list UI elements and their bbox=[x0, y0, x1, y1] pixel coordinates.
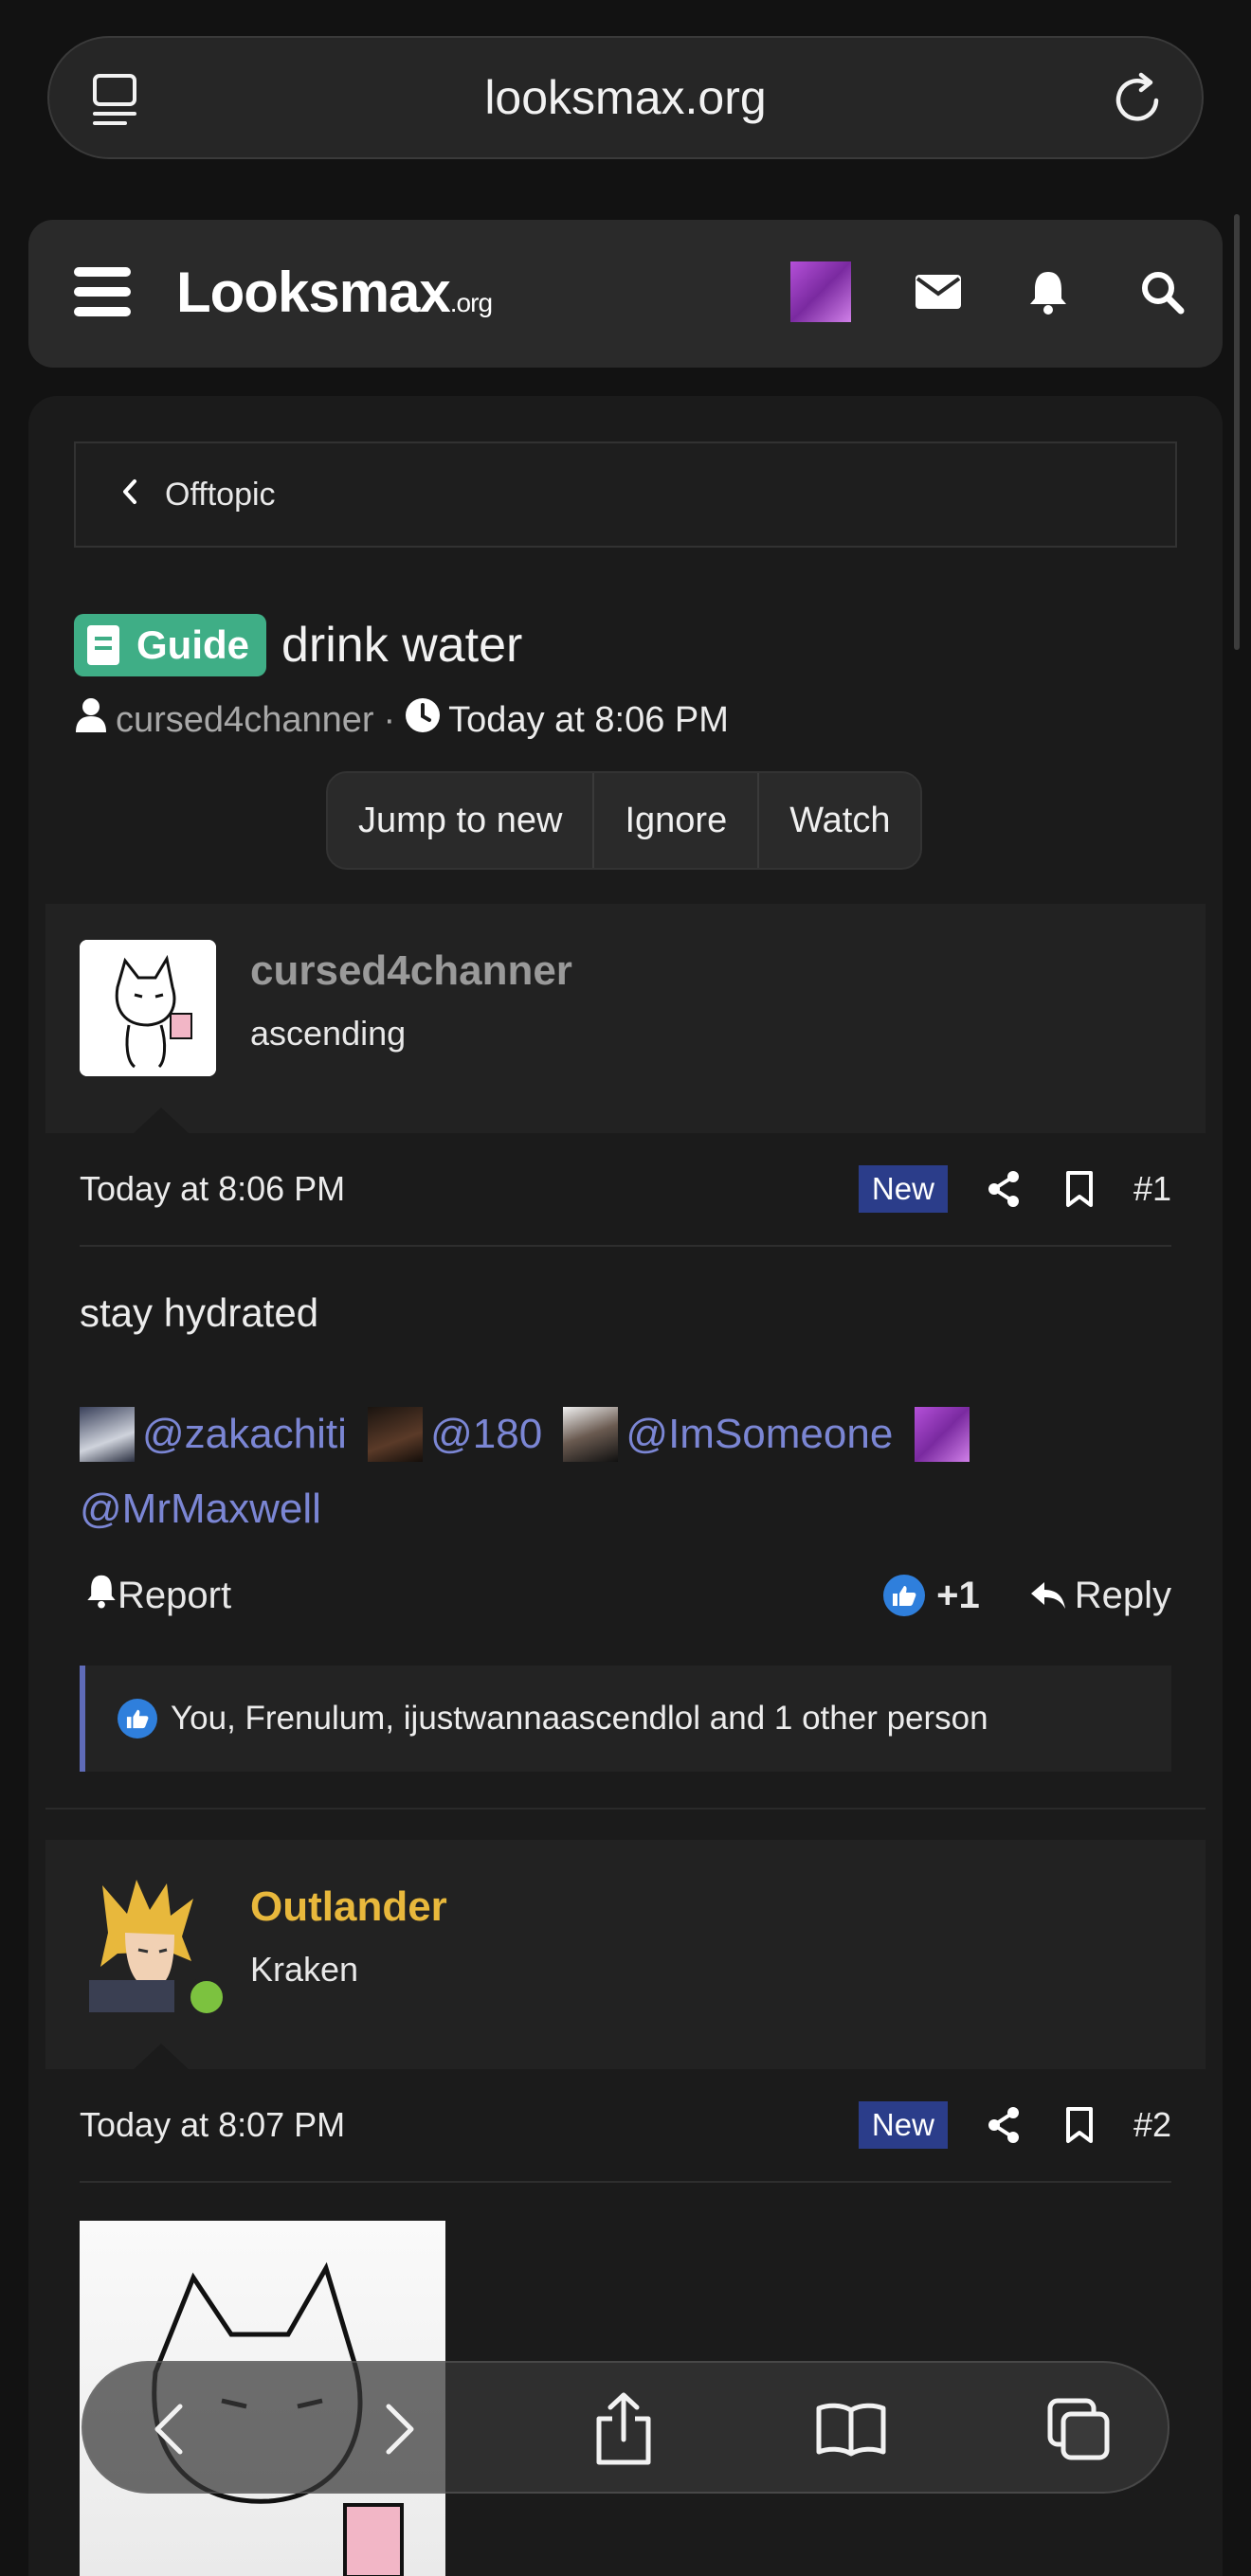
user-avatar[interactable] bbox=[790, 261, 851, 322]
post-user-header: cursed4channer ascending bbox=[45, 904, 1206, 1134]
mention-item[interactable] bbox=[914, 1407, 977, 1462]
post-time[interactable]: Today at 8:06 PM bbox=[80, 1169, 345, 1209]
reaction-count[interactable]: +1 bbox=[936, 1575, 980, 1617]
site-logo[interactable]: Looksmax.org bbox=[176, 260, 493, 325]
envelope-icon[interactable] bbox=[908, 261, 969, 322]
tab-overview-icon[interactable] bbox=[89, 72, 140, 132]
divider bbox=[45, 1808, 1206, 1810]
mention-link[interactable]: @ImSomeone bbox=[626, 1404, 893, 1465]
breadcrumb[interactable]: Offtopic bbox=[74, 441, 1177, 548]
reactions-bar[interactable]: You, Frenulum, ijustwannaascendlol and 1… bbox=[80, 1666, 1171, 1772]
back-icon[interactable] bbox=[131, 2391, 207, 2467]
reload-icon[interactable] bbox=[1113, 72, 1166, 132]
thread-time[interactable]: Today at 8:06 PM bbox=[448, 700, 729, 741]
breadcrumb-label: Offtopic bbox=[165, 476, 276, 513]
post-user-header: Outlander Kraken bbox=[45, 1840, 1206, 2070]
clock-icon bbox=[405, 697, 441, 743]
thread-action-buttons: Jump to new Ignore Watch bbox=[326, 771, 923, 870]
avatar[interactable] bbox=[80, 940, 216, 1076]
mention-link[interactable]: @MrMaxwell bbox=[80, 1479, 321, 1540]
like-icon bbox=[118, 1699, 157, 1738]
header-notch bbox=[133, 2044, 190, 2070]
user-icon bbox=[74, 697, 108, 743]
avatar bbox=[914, 1407, 970, 1462]
ignore-button[interactable]: Ignore bbox=[594, 773, 760, 868]
mention-link[interactable]: @zakachiti bbox=[142, 1404, 347, 1465]
mention-item[interactable]: @180 bbox=[368, 1404, 542, 1465]
site-header: Looksmax.org bbox=[28, 220, 1223, 368]
menu-icon[interactable] bbox=[74, 265, 131, 318]
avatar bbox=[368, 1407, 424, 1462]
reply-icon[interactable] bbox=[1029, 1580, 1067, 1611]
post-meta-row: Today at 8:07 PM New #2 bbox=[80, 2069, 1171, 2183]
post-meta-row: Today at 8:06 PM New #1 bbox=[80, 1133, 1171, 1247]
logo-text: Looksmax bbox=[176, 261, 451, 324]
bell-icon bbox=[85, 1572, 118, 1619]
scrollbar[interactable] bbox=[1234, 214, 1240, 650]
reactions-text[interactable]: You, Frenulum, ijustwannaascendlol and 1… bbox=[171, 1700, 988, 1738]
forward-icon[interactable] bbox=[362, 2391, 438, 2467]
report-label: Report bbox=[118, 1574, 232, 1616]
tabs-icon[interactable] bbox=[1041, 2391, 1116, 2467]
post-username[interactable]: cursed4channer bbox=[250, 947, 572, 995]
new-badge: New bbox=[858, 2101, 948, 2149]
mention-item[interactable]: @ImSomeone bbox=[563, 1404, 893, 1465]
avatar[interactable] bbox=[80, 1876, 227, 2018]
post-username[interactable]: Outlander bbox=[250, 1883, 447, 1931]
jump-to-new-button[interactable]: Jump to new bbox=[328, 773, 595, 868]
thread-meta: cursed4channer · Today at 8:06 PM bbox=[74, 697, 729, 743]
header-notch bbox=[133, 1108, 190, 1134]
bookmark-icon[interactable] bbox=[1058, 2103, 1101, 2147]
address-bar[interactable]: looksmax.org bbox=[47, 36, 1204, 159]
share-icon[interactable] bbox=[586, 2391, 662, 2467]
url-text[interactable]: looksmax.org bbox=[484, 70, 766, 125]
bookmark-icon[interactable] bbox=[1058, 1167, 1101, 1211]
user-title: ascending bbox=[250, 1014, 407, 1053]
user-title: Kraken bbox=[250, 1950, 359, 1989]
avatar bbox=[80, 1407, 135, 1462]
report-button[interactable]: Report bbox=[85, 1572, 231, 1619]
chevron-left-icon bbox=[121, 477, 138, 513]
bookmarks-icon[interactable] bbox=[813, 2391, 889, 2467]
post-body: stay hydrated bbox=[80, 1290, 319, 1335]
online-status-indicator bbox=[186, 1976, 227, 2018]
guide-prefix-badge[interactable]: Guide bbox=[74, 614, 267, 676]
book-icon bbox=[87, 625, 119, 665]
thread-title-row: Guide drink water bbox=[74, 614, 522, 676]
meta-separator: · bbox=[383, 699, 396, 740]
watch-button[interactable]: Watch bbox=[759, 773, 920, 868]
mention-link[interactable]: @180 bbox=[430, 1404, 542, 1465]
post-actions: Report +1 Reply bbox=[85, 1558, 1171, 1633]
mention-list: @zakachiti @180 @ImSomeone @MrMaxwell bbox=[80, 1404, 1027, 1540]
post-number[interactable]: #2 bbox=[1133, 2105, 1171, 2145]
share-icon[interactable] bbox=[982, 1167, 1025, 1211]
bell-icon[interactable] bbox=[1018, 261, 1079, 322]
logo-tld: .org bbox=[449, 288, 493, 317]
reply-button[interactable]: Reply bbox=[1075, 1575, 1171, 1617]
search-icon[interactable] bbox=[1132, 261, 1192, 322]
post-time[interactable]: Today at 8:07 PM bbox=[80, 2105, 345, 2145]
mention-item[interactable]: @MrMaxwell bbox=[80, 1479, 321, 1540]
prefix-label: Guide bbox=[136, 622, 250, 667]
like-icon[interactable] bbox=[883, 1575, 926, 1616]
thread-container: Offtopic Guide drink water cursed4channe… bbox=[28, 396, 1223, 2576]
avatar bbox=[563, 1407, 619, 1462]
browser-toolbar bbox=[82, 2361, 1169, 2494]
mention-item[interactable]: @zakachiti bbox=[80, 1404, 347, 1465]
post-number[interactable]: #1 bbox=[1133, 1169, 1171, 1209]
share-icon[interactable] bbox=[982, 2103, 1025, 2147]
new-badge: New bbox=[858, 1165, 948, 1213]
thread-author-link[interactable]: cursed4channer bbox=[116, 700, 374, 741]
page-title: drink water bbox=[281, 618, 523, 673]
